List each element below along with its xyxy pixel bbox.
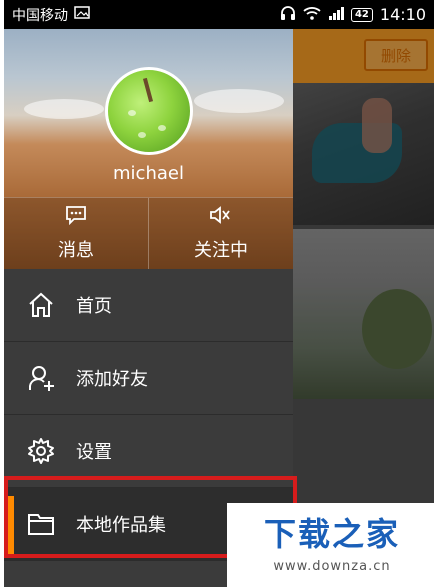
menu-item-add-friend-label: 添加好友	[76, 369, 148, 390]
watermark: 下载之家 www.downza.cn	[227, 503, 437, 587]
home-icon	[26, 290, 56, 320]
image-notification-icon	[74, 6, 90, 23]
menu-item-home-label: 首页	[76, 296, 112, 317]
cloud	[24, 99, 104, 119]
menu-item-settings-label: 设置	[76, 442, 112, 463]
clock: 14:10	[379, 5, 426, 24]
water-drop	[158, 125, 166, 131]
carrier-name: 中国移动	[12, 7, 68, 24]
profile-tabs: 消息 关注中	[4, 197, 293, 269]
apple-stem	[142, 77, 154, 103]
wifi-icon	[303, 6, 321, 24]
status-icons: 42 14:10	[280, 5, 426, 25]
tab-messages[interactable]: 消息	[4, 198, 148, 269]
add-user-icon	[26, 363, 56, 393]
tab-following-label: 关注中	[194, 240, 248, 261]
phone-screen: 中国移动 42 14:10 删除 michael 消息 关注中 首页 添加好友 …	[4, 0, 434, 587]
carrier-group: 中国移动	[12, 5, 90, 25]
water-drop	[138, 132, 146, 138]
username: michael	[113, 163, 184, 184]
tab-messages-label: 消息	[58, 240, 94, 261]
message-icon	[65, 205, 87, 230]
cloud	[194, 89, 284, 113]
watermark-url: www.downza.cn	[273, 559, 391, 574]
speaker-icon	[209, 205, 233, 230]
water-drop	[128, 110, 136, 116]
signal-icon	[328, 6, 344, 24]
menu-item-home[interactable]: 首页	[4, 269, 293, 342]
profile-header: michael 消息 关注中	[4, 29, 293, 269]
tab-following[interactable]: 关注中	[148, 198, 293, 269]
menu-item-add-friend[interactable]: 添加好友	[4, 342, 293, 415]
watermark-title: 下载之家	[263, 515, 400, 553]
headphones-icon	[280, 5, 296, 25]
gear-icon	[26, 436, 56, 466]
status-bar: 中国移动 42 14:10	[4, 0, 434, 29]
avatar[interactable]	[105, 67, 193, 155]
battery-icon: 42	[350, 7, 373, 22]
